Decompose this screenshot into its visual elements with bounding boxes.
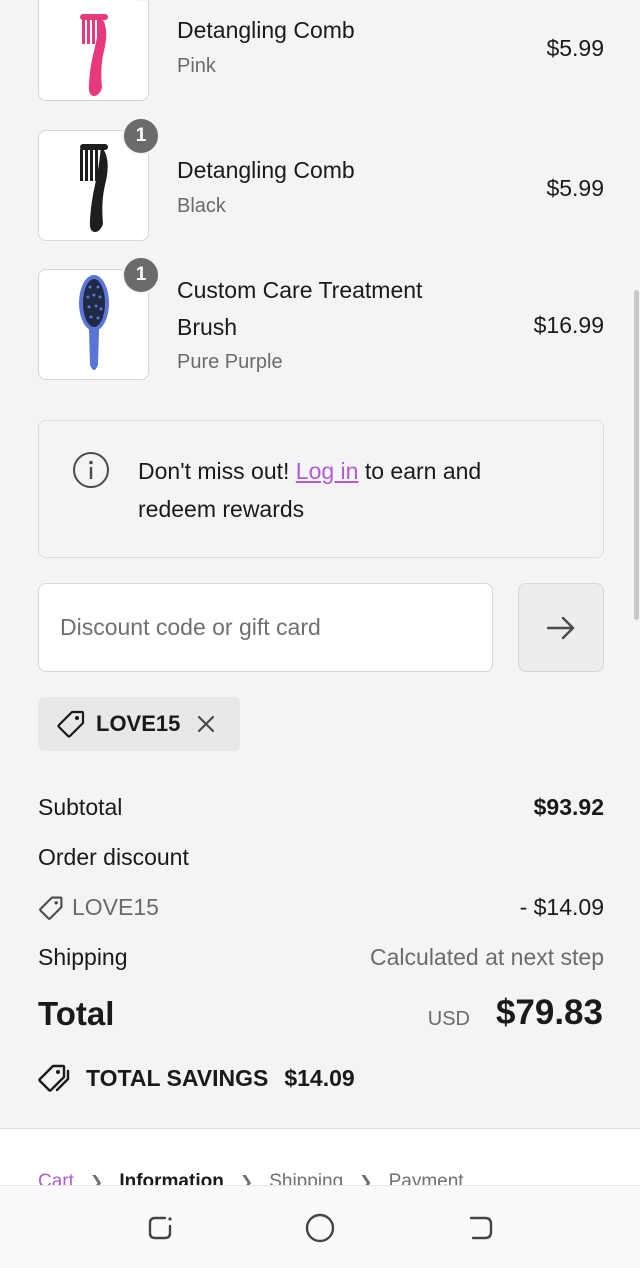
product-variant: Pink	[177, 55, 216, 77]
order-discount-row: Order discount	[38, 844, 604, 871]
product-variant: Black	[177, 195, 226, 217]
brush-icon	[78, 274, 109, 370]
back-button[interactable]	[462, 1210, 498, 1246]
login-link[interactable]: Log in	[296, 458, 359, 484]
quantity-badge: 1	[122, 256, 160, 294]
breadcrumb-cart[interactable]: Cart	[38, 1171, 74, 1185]
cart-line-item: 1 Custom Care Treatment Brush Pure Purpl…	[38, 256, 604, 383]
info-icon	[73, 452, 109, 488]
total-savings-value: $14.09	[284, 1064, 355, 1091]
home-icon	[305, 1213, 335, 1243]
rewards-banner: Don't miss out! Log in to earn and redee…	[38, 420, 604, 558]
discount-code-label: LOVE15	[72, 894, 159, 920]
product-variant: Pure Purple	[177, 351, 283, 373]
subtotal-row: Subtotal $93.92	[38, 794, 604, 821]
order-summary-panel: Detangling Comb Pink $5.99 1 Detangling …	[0, 0, 640, 1128]
applied-discount-chip: LOVE15	[38, 697, 240, 751]
comb-icon	[79, 143, 108, 232]
shipping-label: Shipping	[38, 944, 128, 970]
tag-icon	[39, 896, 63, 920]
quantity-badge: 1	[122, 117, 160, 155]
discount-value: - $14.09	[519, 894, 604, 920]
home-button[interactable]	[302, 1210, 338, 1246]
shipping-value: Calculated at next step	[370, 944, 604, 970]
product-thumbnail	[38, 0, 149, 101]
chevron-right-icon: ❯	[359, 1174, 373, 1185]
subtotal-label: Subtotal	[38, 794, 123, 820]
comb-icon	[79, 13, 108, 96]
rewards-message: Don't miss out! Log in to earn and redee…	[138, 452, 558, 528]
product-name: Detangling Comb	[177, 17, 355, 43]
total-savings: TOTAL SAVINGS $14.09	[38, 1063, 355, 1093]
shipping-row: Shipping Calculated at next step	[38, 944, 604, 971]
rewards-text-before: Don't miss out!	[138, 458, 296, 484]
chevron-right-icon: ❯	[239, 1174, 254, 1185]
close-icon	[198, 715, 215, 733]
arrow-right-icon	[546, 616, 575, 639]
total-currency: USD	[427, 1008, 470, 1030]
breadcrumb-payment: Payment	[388, 1171, 464, 1185]
product-price: $5.99	[546, 175, 604, 201]
applied-code-label: LOVE15	[96, 711, 181, 736]
discount-code-input[interactable]	[38, 583, 493, 672]
savings-tag-icon	[38, 1064, 70, 1092]
recent-apps-icon	[148, 1216, 172, 1240]
remove-discount-button[interactable]	[196, 714, 216, 734]
checkout-footer: Cart ❯ Information ❯ Shipping ❯ Payment	[0, 1129, 640, 1185]
total-savings-label: TOTAL SAVINGS	[86, 1064, 269, 1091]
tag-icon	[57, 710, 85, 738]
breadcrumb-shipping: Shipping	[269, 1171, 344, 1185]
breadcrumb: Cart ❯ Information ❯ Shipping ❯ Payment	[38, 1171, 464, 1185]
cart-line-item: Detangling Comb Pink $5.99	[38, 0, 604, 104]
product-name: Custom Care Treatment Brush	[177, 277, 423, 340]
total-amount: $79.83	[495, 993, 603, 1032]
breadcrumb-information: Information	[119, 1171, 224, 1185]
total-label: Total	[38, 995, 115, 1032]
product-price: $16.99	[533, 312, 604, 338]
recent-apps-button[interactable]	[142, 1210, 178, 1246]
back-icon	[469, 1216, 493, 1240]
apply-discount-button[interactable]	[518, 583, 604, 672]
discount-code-row: LOVE15 - $14.09	[38, 894, 604, 927]
product-name: Detangling Comb	[177, 157, 355, 183]
scrollbar[interactable]	[634, 290, 639, 620]
product-price: $5.99	[546, 35, 604, 61]
cart-line-item: 1 Detangling Comb Black $5.99	[38, 117, 604, 244]
order-discount-label: Order discount	[38, 844, 189, 870]
system-navigation-bar	[0, 1185, 640, 1268]
chevron-right-icon: ❯	[89, 1174, 104, 1185]
subtotal-value: $93.92	[533, 794, 604, 820]
